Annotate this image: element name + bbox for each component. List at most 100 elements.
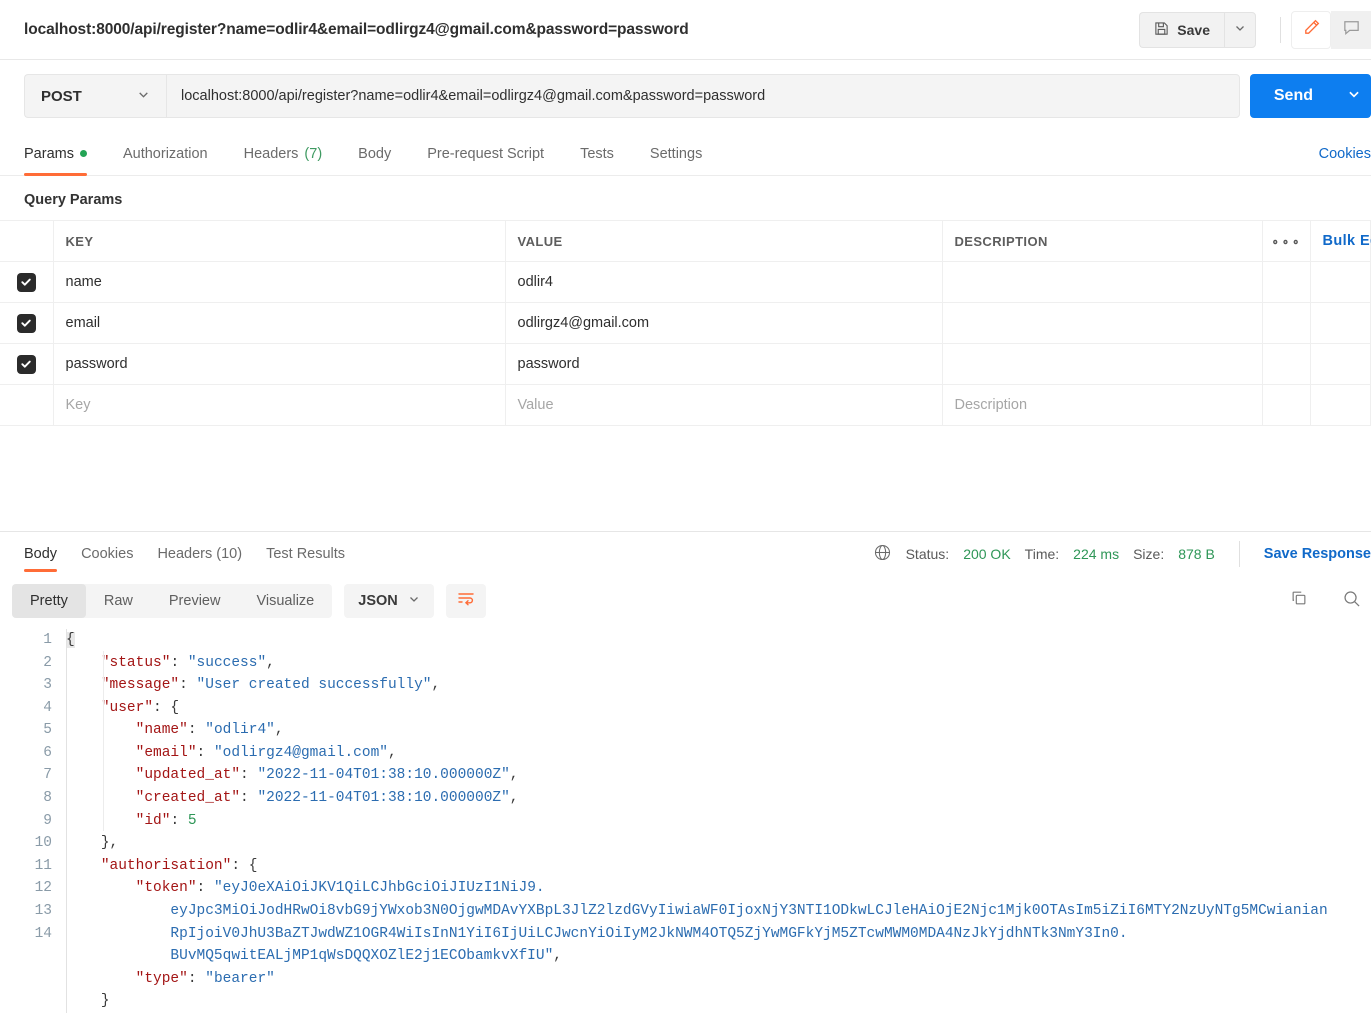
row-checkbox-email[interactable] [16, 313, 36, 333]
row-options[interactable] [1262, 302, 1311, 344]
line-number: 4 [43, 699, 52, 716]
tab-tests[interactable]: Tests [580, 132, 630, 175]
tab-headers-count: (7) [304, 145, 323, 162]
code-line: "created_at": "2022-11-04T01:38:10.00000… [135, 790, 519, 807]
search-icon [1342, 589, 1361, 613]
column-options-button[interactable]: ⚬⚬⚬ [1262, 220, 1311, 262]
comments-button[interactable] [1331, 10, 1371, 49]
edit-request-button[interactable] [1291, 10, 1331, 49]
line-number: 11 [34, 857, 52, 874]
tab-pre-request-script[interactable]: Pre-request Script [427, 132, 560, 175]
response-tab-cookies[interactable]: Cookies [69, 532, 145, 576]
pencil-icon [1302, 18, 1321, 42]
column-header-key: KEY [53, 220, 506, 262]
line-number: 10 [34, 835, 52, 852]
row-checkbox-cell [0, 302, 54, 344]
row-value[interactable]: odlirgz4@gmail.com [505, 302, 943, 344]
new-value-input[interactable]: Value [505, 384, 943, 426]
row-spacer [1310, 302, 1371, 344]
tab-authorization[interactable]: Authorization [123, 132, 224, 175]
row-key[interactable]: email [53, 302, 506, 344]
save-button-label: Save [1177, 21, 1210, 38]
row-checkbox-password[interactable] [16, 354, 36, 374]
tab-settings-label: Settings [649, 145, 703, 162]
tab-params-label: Params [24, 145, 74, 162]
response-tabs: Body Cookies Headers (10) Test Results S… [0, 532, 1371, 576]
response-tab-headers[interactable]: Headers (10) [145, 532, 254, 576]
tab-authorization-label: Authorization [122, 145, 208, 162]
query-params-table: KEY VALUE DESCRIPTION ⚬⚬⚬ Bulk Edit [0, 220, 1371, 426]
postman-request-window: localhost:8000/api/register?name=odlir4&… [0, 0, 1371, 1013]
top-bar: localhost:8000/api/register?name=odlir4&… [0, 0, 1371, 60]
fold-guide-nested [103, 650, 104, 831]
save-button[interactable]: Save [1139, 11, 1224, 48]
response-language-select[interactable]: JSON [344, 583, 434, 618]
tab-params[interactable]: Params [24, 132, 103, 176]
fold-guide [66, 628, 67, 1013]
code-line: "status": "success", [100, 654, 275, 671]
row-key[interactable]: name [53, 261, 506, 303]
response-view-modes: Pretty Raw Preview Visualize [12, 583, 333, 618]
wrap-lines-icon [457, 590, 475, 611]
row-checkbox-name[interactable] [16, 272, 36, 292]
response-tab-test-results[interactable]: Test Results [254, 532, 357, 576]
view-mode-pretty[interactable]: Pretty [12, 583, 86, 618]
chevron-down-icon [137, 88, 150, 105]
url-input[interactable]: localhost:8000/api/register?name=odlir4&… [166, 74, 1240, 118]
row-value[interactable]: password [505, 343, 943, 385]
method-select[interactable]: POST [24, 74, 166, 118]
copy-response-button[interactable] [1279, 582, 1319, 620]
row-options[interactable] [1262, 261, 1311, 303]
copy-icon [1290, 589, 1308, 612]
top-bar-actions: Save [1139, 0, 1371, 59]
tab-headers[interactable]: Headers (7) [244, 132, 339, 175]
meta-divider [1238, 540, 1240, 567]
row-spacer [1310, 384, 1371, 426]
response-body-viewer[interactable]: 1 2 3 4 5 6 7 8 9 10 11 12 13 14 { "status": "success… [0, 626, 1371, 1013]
table-row: name odlir4 [0, 261, 1371, 303]
column-header-value: VALUE [505, 220, 943, 262]
bulk-edit-cell: Bulk Edit [1310, 220, 1371, 262]
new-key-input[interactable]: Key [53, 384, 506, 426]
row-key[interactable]: password [53, 343, 506, 385]
save-response-button[interactable]: Save Response [1264, 546, 1371, 562]
select-all-cell [0, 220, 54, 262]
save-dropdown-button[interactable] [1224, 11, 1256, 48]
response-code[interactable]: { "status": "success", "message": "User … [66, 626, 1371, 1013]
row-options[interactable] [1262, 343, 1311, 385]
tab-pre-request-script-label: Pre-request Script [427, 145, 545, 162]
row-options[interactable] [1262, 384, 1311, 426]
response-tab-body[interactable]: Body [12, 532, 69, 576]
code-line: "token": "eyJ0eXAiOiJKV1QiLCJhbGciOiJIUz… [135, 880, 545, 897]
send-button[interactable]: Send [1249, 74, 1337, 118]
row-description[interactable] [942, 343, 1263, 385]
code-line: "email": "odlirgz4@gmail.com", [135, 744, 397, 761]
tab-settings[interactable]: Settings [650, 132, 718, 175]
line-number: 7 [43, 767, 52, 784]
row-description[interactable] [942, 302, 1263, 344]
chevron-down-icon [1234, 21, 1246, 39]
response-view-toolbar: Pretty Raw Preview Visualize JSON [0, 576, 1371, 626]
wrap-lines-button[interactable] [445, 583, 486, 618]
save-button-group: Save [1139, 11, 1256, 48]
send-dropdown-button[interactable] [1337, 74, 1371, 118]
view-mode-preview[interactable]: Preview [151, 584, 239, 618]
code-line: "id": 5 [135, 812, 197, 829]
view-mode-visualize[interactable]: Visualize [238, 584, 332, 618]
search-response-button[interactable] [1331, 582, 1371, 620]
new-description-input[interactable]: Description [942, 384, 1263, 426]
cookies-link[interactable]: Cookies [1319, 132, 1371, 175]
line-number: 6 [43, 744, 52, 761]
code-line: "type": "bearer" [135, 970, 275, 987]
row-checkbox-cell-empty [0, 384, 54, 426]
line-number: 2 [43, 654, 52, 671]
view-mode-raw[interactable]: Raw [86, 584, 151, 618]
comment-icon [1342, 18, 1361, 42]
code-line: eyJpc3MiOiJodHRwOi8vbG9jYWxob3N0OjgwMDAv… [170, 903, 1328, 920]
row-value[interactable]: odlir4 [505, 261, 943, 303]
response-view-actions [1279, 582, 1371, 620]
row-description[interactable] [942, 261, 1263, 303]
bulk-edit-button[interactable]: Bulk Edit [1323, 233, 1371, 249]
tab-body[interactable]: Body [358, 132, 407, 175]
toolbar-divider [1280, 16, 1281, 43]
